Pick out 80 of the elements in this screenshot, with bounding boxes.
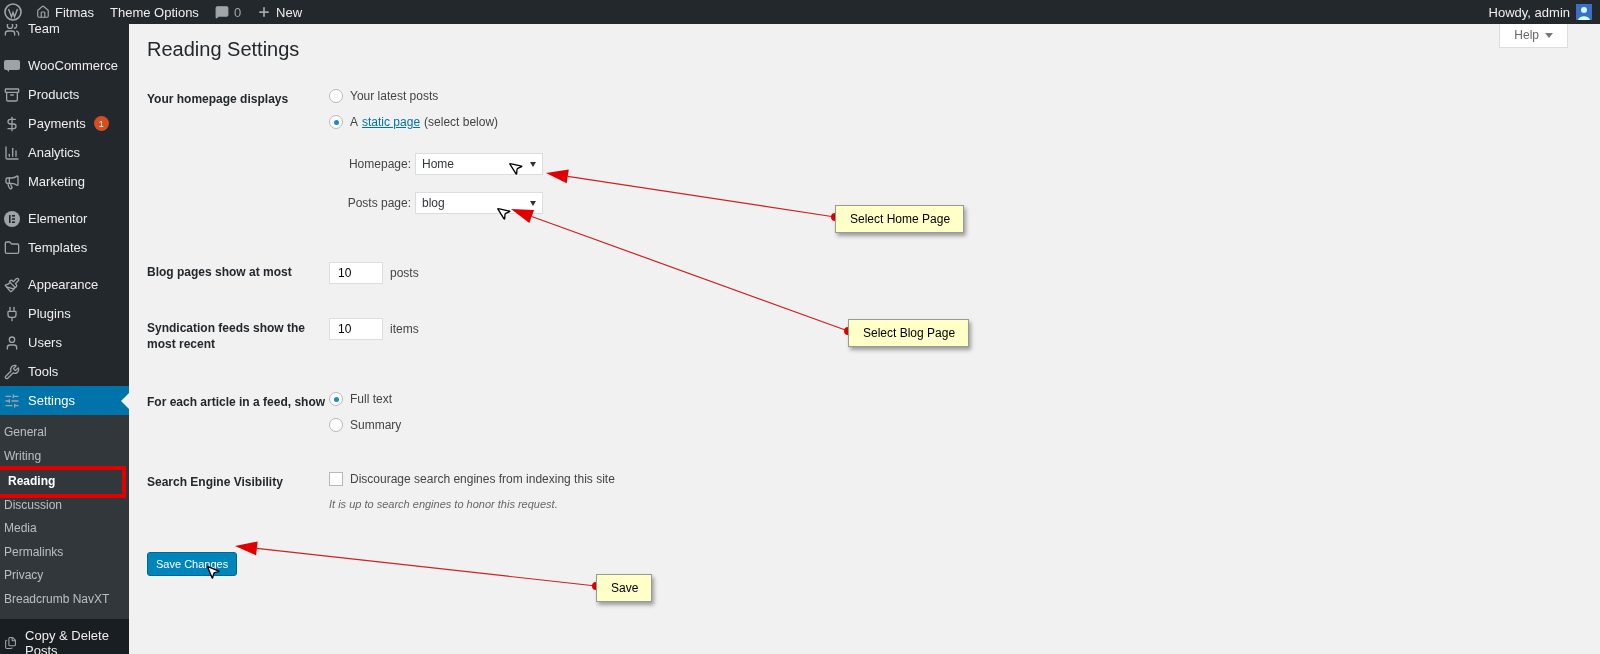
woo-icon [4, 59, 20, 72]
unit-label: items [390, 322, 419, 336]
caret-icon [1545, 32, 1553, 38]
comment-icon [214, 5, 229, 19]
sidebar-item[interactable]: Products [0, 80, 129, 109]
number-input[interactable]: 10 [329, 262, 383, 284]
radio-button[interactable] [329, 115, 343, 129]
unit-label: posts [390, 266, 419, 280]
new-link[interactable]: New [249, 0, 311, 24]
sidebar-item[interactable]: Payments 1 [0, 109, 129, 138]
option-label: (select below) [424, 115, 499, 129]
sidebar-item[interactable]: Users [0, 328, 129, 357]
sidebar-item[interactable]: Appearance [0, 270, 129, 299]
setting-label: Syndication feeds show the most recent [147, 320, 307, 352]
payments-icon [4, 115, 20, 132]
notification-badge: 1 [93, 116, 109, 131]
avatar-icon [1576, 4, 1592, 20]
dropdown-caret-icon [530, 200, 536, 206]
option-label: Your latest posts [350, 89, 439, 103]
static-page-link[interactable]: static page [362, 115, 421, 129]
callout-note: Save [596, 574, 653, 602]
home-icon [36, 5, 50, 19]
radio-button[interactable] [329, 392, 343, 406]
plugins-icon [4, 305, 20, 322]
marketing-icon [4, 173, 20, 190]
elementor-icon [4, 210, 20, 227]
comments-link[interactable]: 0 [206, 0, 250, 24]
page-select[interactable]: Home [415, 153, 543, 175]
sidebar-item[interactable]: Templates [0, 233, 129, 262]
help-button[interactable]: Help [1499, 24, 1568, 48]
checkbox[interactable] [329, 472, 343, 486]
sidebar-item[interactable]: Analytics [0, 138, 129, 167]
setting-label: Your homepage displays [147, 91, 290, 108]
sidebar-item[interactable]: Elementor [0, 204, 129, 233]
site-name-link[interactable]: Fitmas [28, 0, 102, 24]
templates-icon [4, 239, 20, 256]
team-icon [4, 24, 20, 37]
products-icon [4, 86, 20, 103]
save-button[interactable]: Save Changes [147, 552, 238, 576]
option-label: A [350, 115, 358, 129]
submenu-item[interactable]: Breadcrumb NavXT [0, 587, 129, 611]
page-title: Reading Settings [147, 38, 301, 61]
callout-note: Select Blog Page [848, 319, 970, 347]
submenu-item[interactable]: Reading [4, 470, 122, 494]
analytics-icon [4, 144, 20, 161]
dropdown-caret-icon [530, 161, 536, 167]
tools-icon [4, 363, 20, 380]
submenu-item[interactable]: Privacy [0, 564, 129, 588]
option-label: Summary [350, 418, 402, 432]
checkbox-label: Discourage search engines from indexing this site [350, 472, 615, 486]
submenu-item[interactable]: Discussion [0, 493, 129, 517]
select-label: Posts page: [346, 196, 411, 210]
callout-note: Select Home Page [835, 205, 965, 233]
users-icon [4, 334, 20, 351]
option-label: Full text [350, 392, 392, 406]
radio-button[interactable] [329, 89, 343, 103]
number-input[interactable]: 10 [329, 318, 383, 340]
sidebar-item[interactable]: Tools [0, 357, 129, 386]
theme-options-link[interactable]: Theme Options [102, 0, 207, 24]
plus-icon [257, 5, 272, 19]
settings-icon [4, 392, 20, 409]
setting-label: Search Engine Visibility [147, 474, 284, 491]
copy-icon [4, 635, 18, 651]
select-label: Homepage: [347, 157, 411, 171]
wordpress-logo-icon[interactable] [4, 3, 22, 21]
submenu-item[interactable]: Writing [0, 444, 129, 468]
hint-text: It is up to search engines to honor this request. [329, 498, 559, 510]
sidebar-item[interactable]: Plugins [0, 299, 129, 328]
submenu-item[interactable]: Permalinks [0, 540, 129, 564]
appearance-icon [4, 276, 20, 293]
setting-label: Blog pages show at most [147, 264, 293, 281]
setting-label: For each article in a feed, show [147, 394, 327, 411]
sidebar-item[interactable]: Settings [0, 386, 129, 415]
submenu-item[interactable]: Media [0, 517, 129, 541]
submenu-item[interactable]: General [0, 421, 129, 445]
sidebar-item[interactable]: Marketing [0, 167, 129, 196]
sidebar-item[interactable]: Team [0, 24, 129, 43]
sidebar-item[interactable]: WooCommerce [0, 51, 129, 80]
account-link[interactable]: Howdy, admin [1488, 4, 1592, 20]
radio-button[interactable] [329, 418, 343, 432]
